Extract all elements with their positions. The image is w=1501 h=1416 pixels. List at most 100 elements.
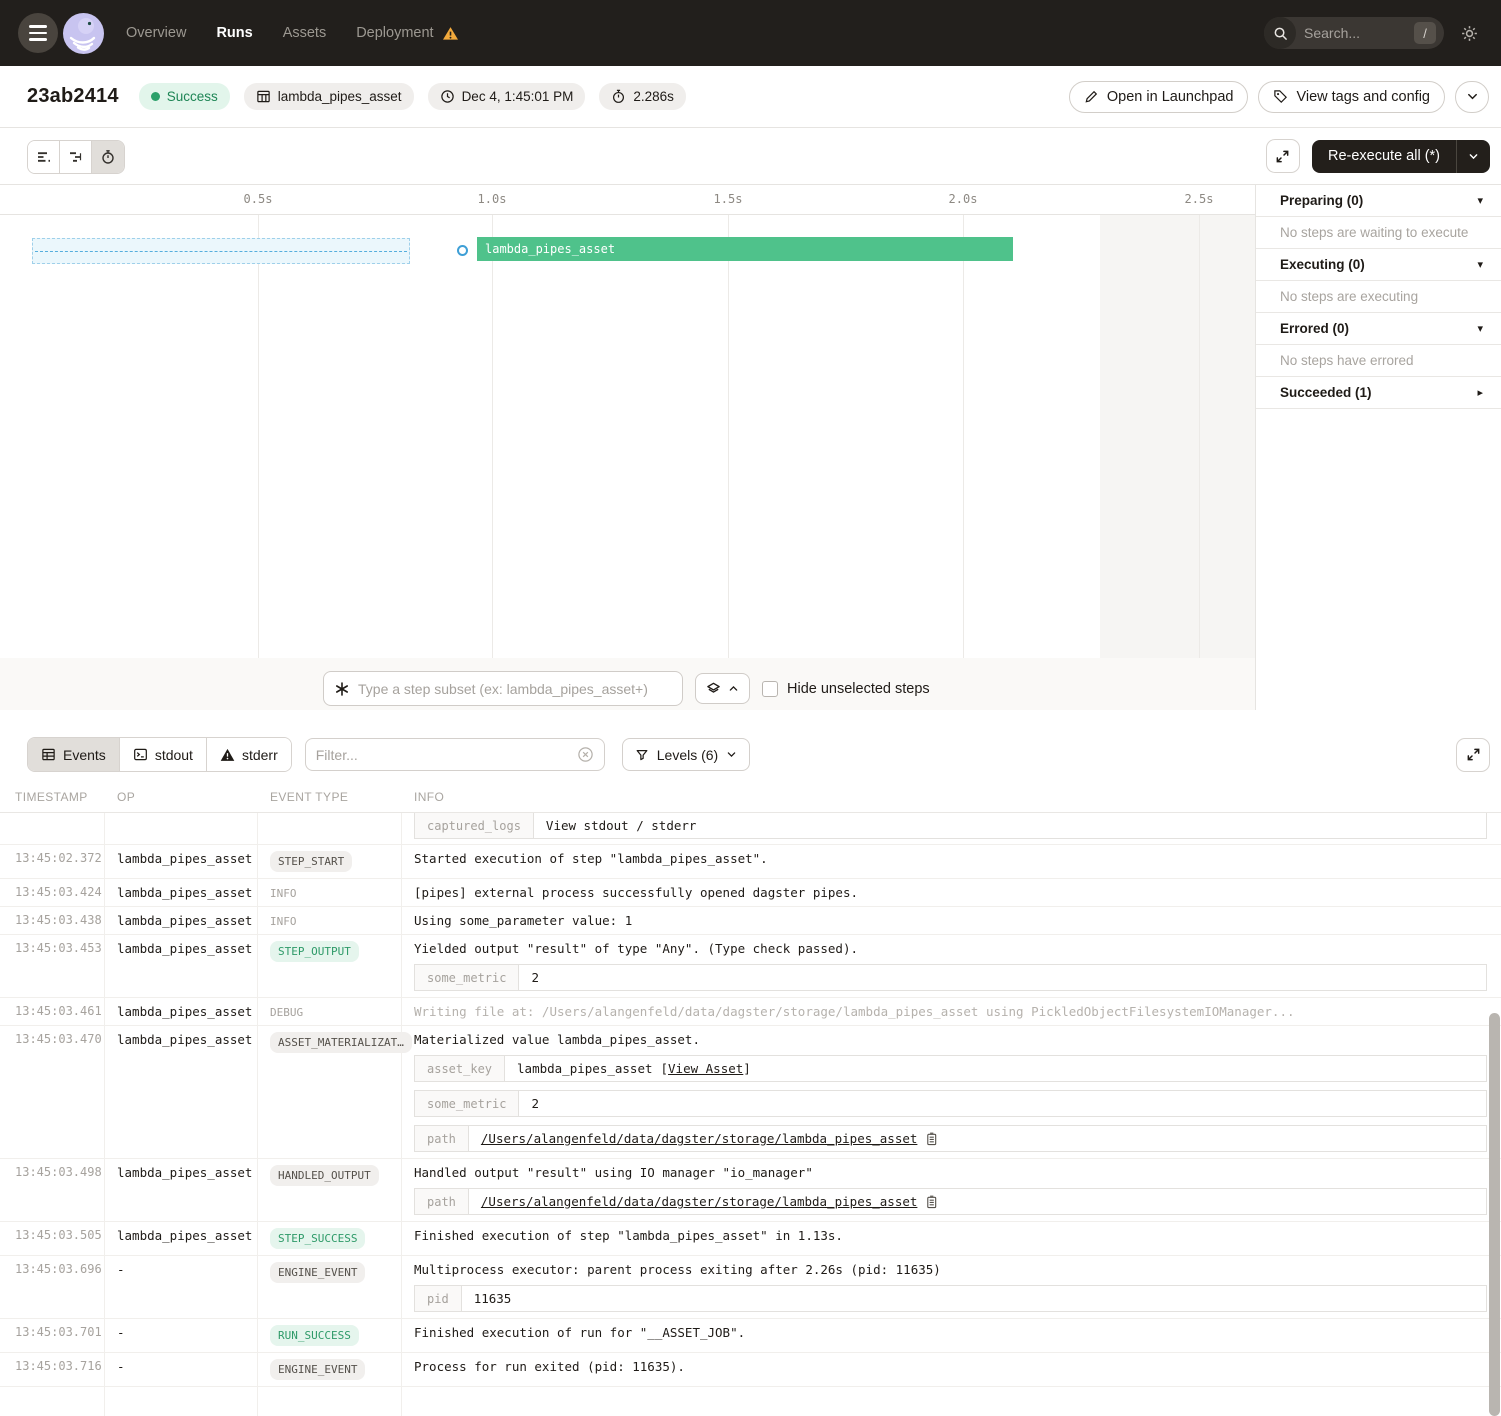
log-info-text: Multiprocess executor: parent process ex… xyxy=(414,1262,1487,1277)
warning-icon xyxy=(442,26,459,41)
run-actions-chevron-button[interactable] xyxy=(1455,81,1489,113)
log-row[interactable]: 13:45:03.438lambda_pipes_assetINFOUsing … xyxy=(0,907,1501,935)
step-subset-input[interactable] xyxy=(358,681,672,697)
log-tab-stdout[interactable]: stdout xyxy=(120,738,207,771)
log-row[interactable]: 13:45:03.498lambda_pipes_assetHANDLED_OU… xyxy=(0,1159,1501,1222)
log-info-text: Finished execution of run for "__ASSET_J… xyxy=(414,1325,1487,1340)
log-info-text: Finished execution of step "lambda_pipes… xyxy=(414,1228,1487,1243)
log-row[interactable]: 13:45:03.461lambda_pipes_assetDEBUGWriti… xyxy=(0,998,1501,1026)
metadata-entry-some_metric: some_metric2 xyxy=(414,964,1487,991)
timed-view-icon[interactable] xyxy=(92,141,124,173)
open-in-launchpad-button[interactable]: Open in Launchpad xyxy=(1069,81,1249,113)
path-link[interactable]: /Users/alangenfeld/data/dagster/storage/… xyxy=(481,1194,918,1209)
topnav-right: / xyxy=(1264,17,1479,49)
view-tags-config-button[interactable]: View tags and config xyxy=(1258,81,1445,113)
log-op: lambda_pipes_asset xyxy=(105,1026,258,1158)
levels-dropdown-button[interactable]: Levels (6) xyxy=(622,738,750,771)
gantt-waiting-box xyxy=(32,238,410,264)
log-row[interactable]: 13:45:03.424lambda_pipes_asset INFO [pipes… xyxy=(0,879,1501,907)
path-link[interactable]: /Users/alangenfeld/data/dagster/storage/… xyxy=(481,1131,918,1146)
log-filter-input[interactable] xyxy=(316,747,577,763)
hide-unselected-label: Hide unselected steps xyxy=(787,681,930,697)
nav-item-deployment[interactable]: Deployment xyxy=(356,25,458,41)
reexecute-all-button[interactable]: Re-execute all (*) xyxy=(1312,140,1490,173)
search-input[interactable] xyxy=(1304,25,1404,41)
log-tab-events[interactable]: Events xyxy=(28,738,120,771)
log-row[interactable]: 13:45:03.716-ENGINE_EVENTProcess for run… xyxy=(0,1353,1501,1387)
log-row[interactable]: 13:45:03.470lambda_pipes_asset ASSET_MATE… xyxy=(0,1026,1501,1159)
log-info: [pipes] external process successfully op… xyxy=(402,879,1501,906)
flat-view-icon[interactable] xyxy=(28,141,60,173)
log-scrollbar[interactable] xyxy=(1489,1013,1500,1416)
log-timestamp: 13:45:03.424 xyxy=(0,879,105,906)
checkbox-icon[interactable] xyxy=(762,681,778,697)
metadata-entry-path: path/Users/alangenfeld/data/dagster/stor… xyxy=(414,1125,1487,1152)
log-op xyxy=(105,813,258,845)
log-info-text: Started execution of step "lambda_pipes_… xyxy=(414,851,1487,866)
log-row[interactable]: 13:45:03.453lambda_pipes_assetSTEP_OUTPU… xyxy=(0,935,1501,998)
copy-icon[interactable] xyxy=(925,1195,938,1209)
timeline-tick-label: 1.5s xyxy=(714,192,743,206)
success-dot-icon xyxy=(151,92,160,101)
hamburger-menu-icon[interactable] xyxy=(18,13,58,53)
log-event-type: STEP_OUTPUT xyxy=(258,935,402,997)
hide-unselected-checkbox[interactable]: Hide unselected steps xyxy=(762,681,930,697)
metadata-text: View stdout / stderr xyxy=(546,818,697,833)
nav-item-runs[interactable]: Runs xyxy=(216,25,252,41)
settings-gear-icon[interactable] xyxy=(1460,24,1479,43)
metadata-entry-path: path/Users/alangenfeld/data/dagster/stor… xyxy=(414,1188,1487,1215)
log-row[interactable]: 13:45:02.372lambda_pipes_assetSTEP_START… xyxy=(0,845,1501,879)
view-asset-link[interactable]: View Asset xyxy=(668,1061,743,1076)
gantt-step-bar[interactable]: lambda_pipes_asset xyxy=(477,237,1013,261)
log-op: lambda_pipes_asset xyxy=(105,879,258,906)
log-timestamp: 13:45:03.470 xyxy=(0,1026,105,1158)
log-row[interactable]: 13:45:03.696-ENGINE_EVENTMultiprocess ex… xyxy=(0,1256,1501,1319)
sidebar-section-preparing[interactable]: Preparing (0)▾ xyxy=(1256,185,1501,217)
log-op: lambda_pipes_asset xyxy=(105,907,258,934)
sidebar-section-errored[interactable]: Errored (0)▾ xyxy=(1256,313,1501,345)
search-icon xyxy=(1264,17,1296,49)
log-event-type: RUN_SUCCESS xyxy=(258,1319,402,1352)
nav-item-overview[interactable]: Overview xyxy=(126,25,186,41)
event-type-badge: STEP_SUCCESS xyxy=(270,1228,365,1249)
event-type-badge: HANDLED_OUTPUT xyxy=(270,1165,379,1186)
waterfall-view-icon[interactable] xyxy=(60,141,92,173)
dagster-run-page: OverviewRunsAssetsDeployment / 23ab2414 … xyxy=(0,0,1501,1416)
graph-asterisk-icon xyxy=(334,681,350,697)
log-row[interactable]: 13:45:03.701-RUN_SUCCESSFinished executi… xyxy=(0,1319,1501,1353)
metadata-value: /Users/alangenfeld/data/dagster/storage/… xyxy=(469,1189,1486,1214)
metadata-entry-captured_logs: captured_logsView stdout / stderr xyxy=(414,813,1487,839)
log-row[interactable]: captured_logsView stdout / stderr xyxy=(0,813,1501,845)
log-info: Materialized value lambda_pipes_asset.as… xyxy=(402,1026,1501,1158)
event-type-badge: RUN_SUCCESS xyxy=(270,1325,359,1346)
gantt-fullscreen-button[interactable] xyxy=(1266,139,1300,173)
log-tabs: Eventsstdoutstderr xyxy=(27,737,292,772)
event-type-badge: ASSET_MATERIALIZAT… xyxy=(270,1032,412,1053)
job-tag[interactable]: lambda_pipes_asset xyxy=(244,83,414,110)
sidebar-section-succeeded[interactable]: Succeeded (1)▸ xyxy=(1256,377,1501,409)
log-event-type: INFO xyxy=(258,879,402,906)
caret-down-icon: ▾ xyxy=(1477,194,1483,207)
tag-icon xyxy=(1273,89,1288,104)
gantt-toolbar: Hide not started steps Re-execute all (*… xyxy=(0,128,1501,185)
event-type-badge: STEP_START xyxy=(270,851,352,872)
copy-icon xyxy=(925,1132,938,1146)
log-op: lambda_pipes_asset xyxy=(105,1222,258,1255)
log-tab-stderr[interactable]: stderr xyxy=(207,738,291,771)
nav-item-assets[interactable]: Assets xyxy=(283,25,327,41)
search-shortcut-badge: / xyxy=(1414,22,1436,44)
timeline-tick-label: 0.5s xyxy=(244,192,273,206)
reexecute-dropdown-button[interactable] xyxy=(1456,140,1490,173)
copy-icon[interactable] xyxy=(925,1132,938,1146)
sidebar-section-executing[interactable]: Executing (0)▾ xyxy=(1256,249,1501,281)
empty-cell xyxy=(258,1387,402,1416)
log-timestamp: 13:45:02.372 xyxy=(0,845,105,878)
log-row[interactable]: 13:45:03.505lambda_pipes_assetSTEP_SUCCE… xyxy=(0,1222,1501,1256)
metadata-key: path xyxy=(415,1126,469,1151)
event-type-badge: INFO xyxy=(270,885,297,900)
clear-filter-icon[interactable] xyxy=(577,746,594,763)
global-search[interactable]: / xyxy=(1264,17,1444,49)
log-fullscreen-button[interactable] xyxy=(1456,738,1490,772)
dagster-logo-icon[interactable] xyxy=(63,13,104,54)
graph-query-toggle-button[interactable] xyxy=(695,673,750,704)
